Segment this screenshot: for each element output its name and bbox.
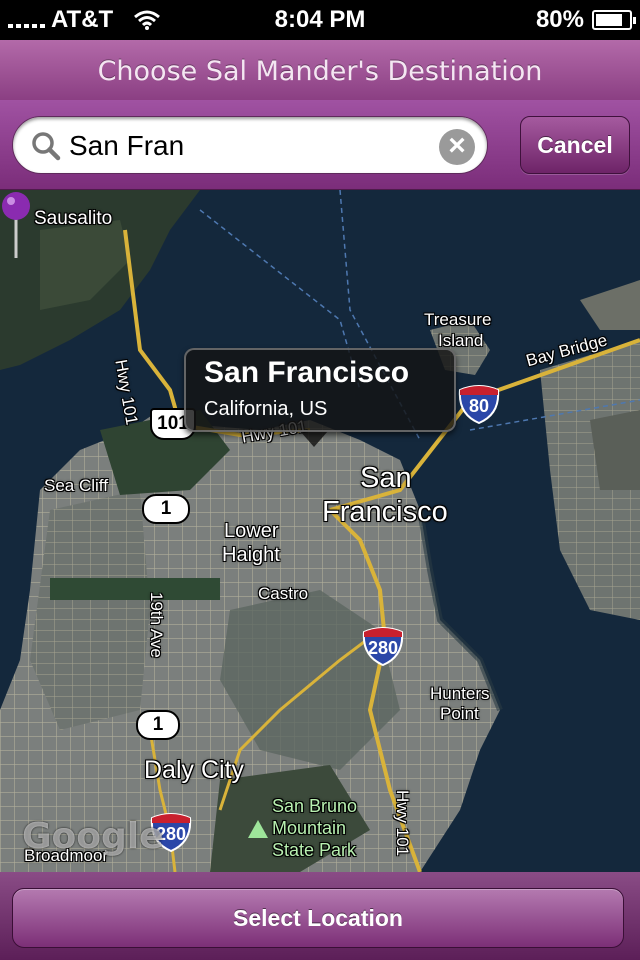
battery-icon: [592, 10, 636, 30]
map-label-mountain: Mountain: [272, 818, 347, 838]
bottom-toolbar: Select Location: [0, 872, 640, 960]
clear-search-icon[interactable]: ×: [439, 129, 475, 165]
map-label-sea-cliff: Sea Cliff: [44, 476, 108, 495]
map-label-haight: Haight: [222, 544, 280, 566]
select-location-button[interactable]: Select Location: [12, 888, 624, 948]
map-label-hwy101-south: Hwy 101: [393, 790, 412, 857]
battery-group: 80%: [535, 6, 636, 34]
map-pin-icon[interactable]: [0, 190, 32, 260]
status-bar: AT&T 8:04 PM 80%: [0, 0, 640, 40]
map-terrain: [0, 190, 640, 872]
map-label-daly-city: Daly City: [144, 756, 245, 784]
i80-shield-icon: 80: [458, 384, 500, 424]
ca1-shield-icon: 1: [142, 494, 190, 524]
callout-title: San Francisco: [204, 356, 410, 389]
satellite-map[interactable]: Sausalito Treasure Island Bay Bridge Hwy…: [0, 190, 640, 872]
cancel-button[interactable]: Cancel: [520, 116, 630, 174]
google-logo: Google: [22, 816, 164, 857]
battery-percent: 80%: [535, 6, 584, 33]
map-label-lower: Lower: [224, 520, 279, 542]
park-icon: [248, 820, 268, 838]
nav-title: Choose Sal Mander's Destination: [0, 40, 640, 100]
map-label-sausalito: Sausalito: [34, 208, 113, 229]
search-icon: [32, 132, 61, 161]
search-field[interactable]: ×: [12, 116, 488, 174]
ca1-shield-icon-south: 1: [136, 710, 180, 740]
map-label-san-bruno: San Bruno: [272, 796, 358, 816]
map-label-hunters: Hunters: [430, 684, 490, 703]
map-label-san: San: [360, 462, 412, 494]
map-label-treasure-island-1: Treasure: [424, 310, 492, 329]
callout-subtitle: California, US: [204, 398, 328, 420]
location-callout[interactable]: San Francisco California, US: [184, 348, 456, 432]
i280-shield-icon: 280: [362, 626, 404, 666]
callout-pointer: [300, 431, 328, 447]
map-label-francisco: Francisco: [322, 496, 448, 528]
search-input[interactable]: [69, 125, 429, 167]
map-label-point: Point: [440, 704, 479, 723]
map-label-19th-ave: 19th Ave: [147, 592, 166, 658]
map-label-castro: Castro: [258, 584, 309, 603]
map-label-state-park: State Park: [272, 840, 357, 860]
search-bar: × Cancel: [0, 100, 640, 190]
